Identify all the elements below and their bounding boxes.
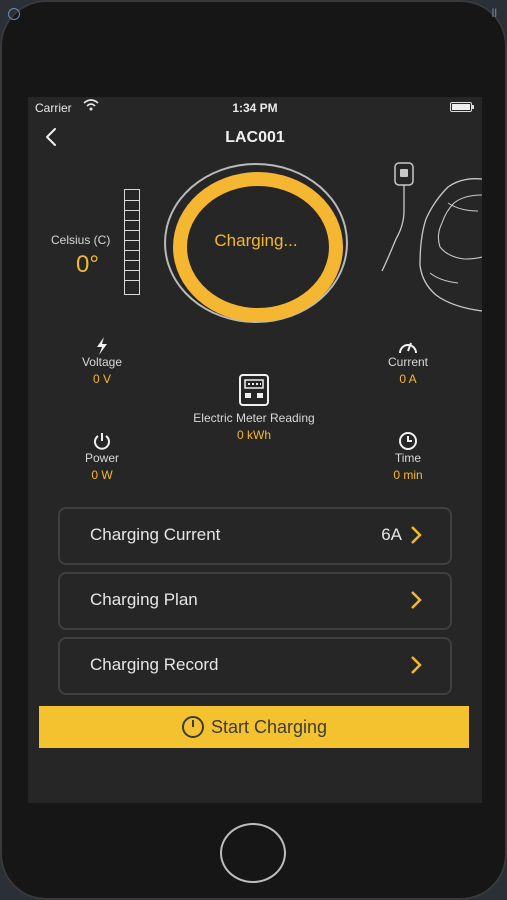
meter-icon [239, 374, 269, 406]
lightning-icon [97, 337, 107, 355]
meter-label: Electric Meter Reading [193, 411, 315, 425]
corner-glyph: ll [491, 6, 497, 20]
current-label: Current [387, 355, 428, 369]
voltage-metric: Voltage 0 V [62, 333, 142, 386]
app-screen: Carrier 1:34 PM LAC001 Celsius (C) 0° Ch… [28, 97, 482, 803]
start-charging-button[interactable]: Start Charging [39, 706, 469, 748]
page-title: LAC001 [225, 129, 285, 146]
home-button[interactable] [220, 823, 286, 883]
chevron-right-icon [411, 526, 422, 544]
car-charger-icon [381, 162, 482, 312]
corner-indicator-icon [8, 8, 20, 20]
current-metric: Current 0 A [368, 333, 448, 386]
battery-icon [450, 102, 474, 112]
charging-status-text: Charging... [214, 231, 298, 250]
phone-frame: ll Carrier 1:34 PM LAC001 Celsius (C) 0° [0, 0, 507, 900]
power-value: 0 W [91, 468, 113, 482]
charging-current-value: 6A [381, 525, 402, 544]
charging-current-label: Charging Current [90, 525, 221, 544]
time-metric: Time 0 min [368, 429, 448, 482]
temperature-value: 0° [76, 251, 99, 278]
start-charging-label: Start Charging [210, 716, 328, 737]
power-metric: Power 0 W [62, 429, 142, 482]
voltage-value: 0 V [92, 372, 111, 386]
current-value: 0 A [399, 372, 417, 386]
time-value: 0 min [393, 468, 423, 482]
charging-record-row[interactable]: Charging Record [58, 637, 452, 695]
meter-metric: Electric Meter Reading 0 kWh [174, 371, 334, 442]
clock-icon [399, 432, 417, 450]
charging-record-label: Charging Record [90, 655, 219, 674]
time-label: Time [394, 451, 422, 465]
gauge-icon [399, 342, 417, 354]
temperature-label: Celsius (C) [51, 233, 111, 247]
status-time: 1:34 PM [232, 101, 278, 115]
charging-plan-label: Charging Plan [90, 590, 198, 609]
chevron-right-icon [411, 591, 422, 609]
charging-plan-row[interactable]: Charging Plan [58, 572, 452, 630]
charging-current-row[interactable]: Charging Current 6A [58, 507, 452, 565]
power-label: Power [84, 451, 119, 465]
status-bar: Carrier 1:34 PM [28, 97, 482, 119]
power-icon [94, 433, 110, 450]
meter-value: 0 kWh [236, 428, 271, 442]
voltage-label: Voltage [81, 355, 123, 369]
chevron-right-icon [411, 656, 422, 674]
thermometer-icon [124, 189, 140, 295]
power-icon [181, 716, 204, 738]
